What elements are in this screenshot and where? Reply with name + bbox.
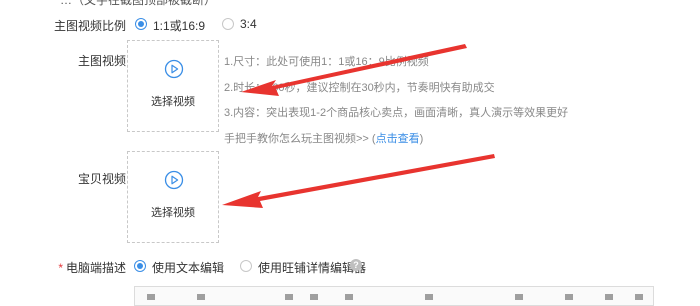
description-editor-toolbar[interactable] xyxy=(134,286,654,306)
main-video-guide-suffix: ) xyxy=(419,133,424,145)
item-video-label: 宝贝视频 xyxy=(77,172,126,186)
toolbar-tool-icon[interactable] xyxy=(425,294,433,300)
desc-radio-shop-editor[interactable] xyxy=(240,260,252,272)
truncated-text: …（文字在截图顶部被截断） xyxy=(60,0,217,7)
toolbar-tool-icon[interactable] xyxy=(635,294,643,300)
ratio-radio-3-4[interactable] xyxy=(222,18,234,30)
toolbar-tool-icon[interactable] xyxy=(310,294,318,300)
desc-option-text-editor-label[interactable]: 使用文本编辑 xyxy=(152,259,224,276)
question-icon[interactable]: ? xyxy=(350,259,362,271)
ratio-option-1-1-label[interactable]: 1:1或16:9 xyxy=(153,17,205,34)
desc-row-label: * 电脑端描述 xyxy=(58,259,126,276)
item-video-upload-button[interactable]: 选择视频 xyxy=(127,151,219,243)
product-form: …（文字在截图顶部被截断） 主图视频比例 1:1或16:9 3:4 主图视频 选… xyxy=(0,0,700,306)
main-video-label: 主图视频 xyxy=(77,54,126,68)
main-video-upload-label: 选择视频 xyxy=(151,96,195,108)
ratio-row-label: 主图视频比例 xyxy=(53,19,126,33)
main-video-tip-content: 3.内容：突出表现1-2个商品核心卖点，画面清晰，真人演示等效果更好 xyxy=(224,107,569,119)
toolbar-tool-icon[interactable] xyxy=(565,294,573,300)
ratio-option-3-4-label[interactable]: 3:4 xyxy=(240,17,257,31)
main-video-tip-duration: 2.时长：≤60秒，建议控制在30秒内，节奏明快有助成交 xyxy=(224,82,495,94)
item-video-upload-label: 选择视频 xyxy=(151,207,195,219)
annotation-arrows xyxy=(222,44,495,208)
toolbar-tool-icon[interactable] xyxy=(285,294,293,300)
main-video-tip-size: 1.尺寸：此处可使用1：1或16：9比例视频 xyxy=(224,56,429,68)
main-video-upload-button[interactable]: 选择视频 xyxy=(127,40,219,132)
toolbar-tool-icon[interactable] xyxy=(515,294,523,300)
ratio-radio-1-1[interactable] xyxy=(135,18,147,30)
arrow-to-item-video xyxy=(222,154,495,208)
toolbar-tool-icon[interactable] xyxy=(147,294,155,300)
toolbar-tool-icon[interactable] xyxy=(197,294,205,300)
required-star: * xyxy=(58,261,63,275)
play-circle-icon xyxy=(164,170,184,190)
desc-row-label-text: 电脑端描述 xyxy=(65,261,126,275)
toolbar-tool-icon[interactable] xyxy=(605,294,613,300)
main-video-guide-text: 手把手教你怎么玩主图视频>> ( xyxy=(224,133,376,145)
main-video-guide: 手把手教你怎么玩主图视频>> (点击查看) xyxy=(224,130,423,146)
toolbar-tool-icon[interactable] xyxy=(345,294,353,300)
main-video-guide-link[interactable]: 点击查看 xyxy=(376,133,420,145)
desc-radio-text-editor[interactable] xyxy=(134,260,146,272)
play-circle-icon xyxy=(164,59,184,79)
